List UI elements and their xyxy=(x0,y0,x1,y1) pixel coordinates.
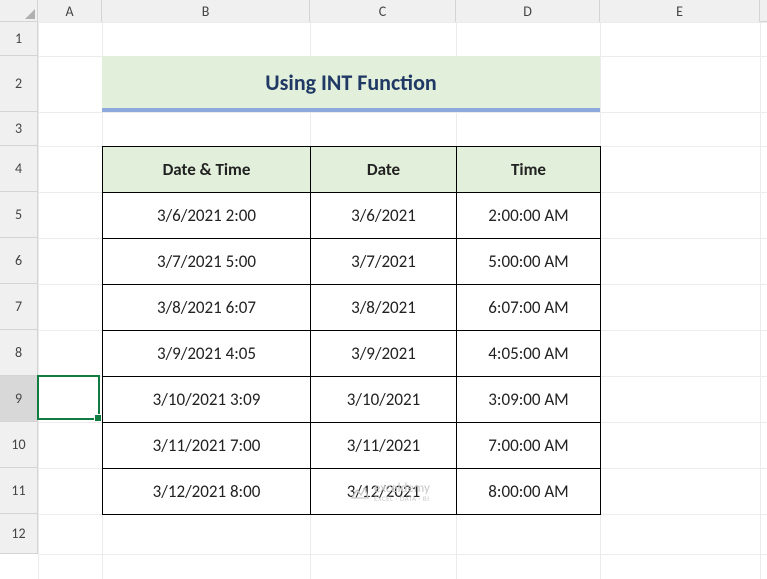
cell-time[interactable]: 5:00:00 AM xyxy=(457,239,601,285)
title-text: Using INT Function xyxy=(265,69,436,96)
row-header-8[interactable]: 8 xyxy=(0,330,38,376)
cell-time[interactable]: 2:00:00 AM xyxy=(457,193,601,239)
cell-time[interactable]: 6:07:00 AM xyxy=(457,285,601,331)
header-date-time[interactable]: Date & Time xyxy=(103,147,311,193)
table-row: 3/6/2021 2:003/6/20212:00:00 AM xyxy=(103,193,601,239)
cell-dateTime[interactable]: 3/7/2021 5:00 xyxy=(103,239,311,285)
gridline-h xyxy=(38,112,767,113)
cell-date[interactable]: 3/8/2021 xyxy=(311,285,457,331)
row-header-10[interactable]: 10 xyxy=(0,422,38,468)
cell-time[interactable]: 4:05:00 AM xyxy=(457,331,601,377)
gridline-h xyxy=(38,22,767,23)
select-all-corner[interactable] xyxy=(0,0,38,22)
watermark: exceldemy EXCEL · DATA · BI xyxy=(350,482,430,502)
gridline-h xyxy=(38,554,767,555)
col-header-A[interactable]: A xyxy=(38,0,102,22)
row-header-6[interactable]: 6 xyxy=(0,238,38,284)
row-header-9[interactable]: 9 xyxy=(0,376,38,422)
row-headers: 123456789101112 xyxy=(0,22,38,554)
data-table: Date & Time Date Time 3/6/2021 2:003/6/2… xyxy=(102,146,601,515)
active-cell-selection xyxy=(37,375,100,420)
cell-dateTime[interactable]: 3/9/2021 4:05 xyxy=(103,331,311,377)
col-header-C[interactable]: C xyxy=(310,0,456,22)
gridline-v xyxy=(38,22,39,579)
cell-dateTime[interactable]: 3/6/2021 2:00 xyxy=(103,193,311,239)
cells-area[interactable]: Using INT Function Date & Time Date Time… xyxy=(38,22,767,579)
cell-time[interactable]: 8:00:00 AM xyxy=(457,469,601,515)
header-time[interactable]: Time xyxy=(457,147,601,193)
row-header-4[interactable]: 4 xyxy=(0,146,38,192)
col-header-B[interactable]: B xyxy=(102,0,310,22)
header-date[interactable]: Date xyxy=(311,147,457,193)
table-row: 3/8/2021 6:073/8/20216:07:00 AM xyxy=(103,285,601,331)
cell-date[interactable]: 3/10/2021 xyxy=(311,377,457,423)
table-row: 3/7/2021 5:003/7/20215:00:00 AM xyxy=(103,239,601,285)
row-header-7[interactable]: 7 xyxy=(0,284,38,330)
column-headers: ABCDE xyxy=(0,0,767,22)
cell-date[interactable]: 3/11/2021 xyxy=(311,423,457,469)
gridline-v xyxy=(760,22,761,579)
table-header-row: Date & Time Date Time xyxy=(103,147,601,193)
cell-date[interactable]: 3/9/2021 xyxy=(311,331,457,377)
cell-date[interactable]: 3/6/2021 xyxy=(311,193,457,239)
cell-dateTime[interactable]: 3/8/2021 6:07 xyxy=(103,285,311,331)
col-header-D[interactable]: D xyxy=(456,0,600,22)
row-header-2[interactable]: 2 xyxy=(0,56,38,112)
title-cell[interactable]: Using INT Function xyxy=(102,56,600,112)
table-body: 3/6/2021 2:003/6/20212:00:00 AM3/7/2021 … xyxy=(103,193,601,515)
spreadsheet-grid: ABCDE 123456789101112 Using INT Function… xyxy=(0,0,767,579)
cell-dateTime[interactable]: 3/12/2021 8:00 xyxy=(103,469,311,515)
watermark-sub: EXCEL · DATA · BI xyxy=(374,495,430,502)
cell-time[interactable]: 7:00:00 AM xyxy=(457,423,601,469)
col-header-E[interactable]: E xyxy=(600,0,760,22)
row-header-11[interactable]: 11 xyxy=(0,468,38,514)
row-header-3[interactable]: 3 xyxy=(0,112,38,146)
row-header-12[interactable]: 12 xyxy=(0,514,38,554)
cell-time[interactable]: 3:09:00 AM xyxy=(457,377,601,423)
watermark-icon xyxy=(350,482,370,502)
cell-dateTime[interactable]: 3/10/2021 3:09 xyxy=(103,377,311,423)
row-header-5[interactable]: 5 xyxy=(0,192,38,238)
table-row: 3/10/2021 3:093/10/20213:09:00 AM xyxy=(103,377,601,423)
table-row: 3/11/2021 7:003/11/20217:00:00 AM xyxy=(103,423,601,469)
cell-date[interactable]: 3/7/2021 xyxy=(311,239,457,285)
row-header-1[interactable]: 1 xyxy=(0,22,38,56)
table-row: 3/9/2021 4:053/9/20214:05:00 AM xyxy=(103,331,601,377)
cell-dateTime[interactable]: 3/11/2021 7:00 xyxy=(103,423,311,469)
